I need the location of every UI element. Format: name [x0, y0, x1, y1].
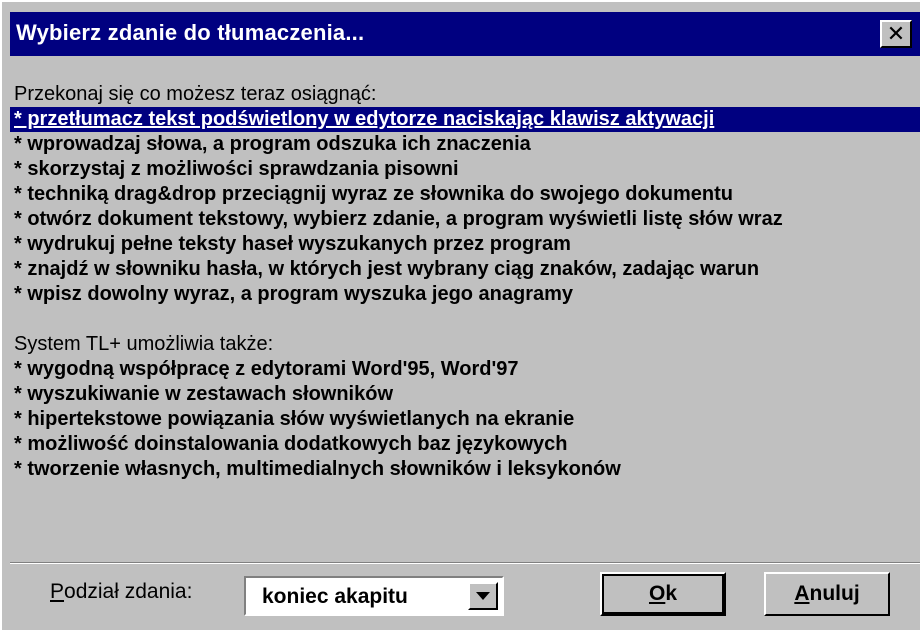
title-bar[interactable]: Wybierz zdanie do tłumaczenia... ✕: [10, 12, 920, 56]
split-select-value: koniec akapitu: [262, 585, 408, 608]
cancel-label: nuluj: [809, 582, 860, 605]
dropdown-button[interactable]: [468, 582, 498, 610]
split-label: Podział zdania:: [50, 580, 192, 604]
list-item[interactable]: * wpisz dowolny wyraz, a program wyszuka…: [10, 282, 920, 307]
ok-mnemonic: O: [648, 582, 666, 605]
close-button[interactable]: ✕: [880, 20, 912, 48]
cancel-mnemonic: A: [794, 582, 810, 605]
heading-system[interactable]: System TL+ umożliwia także:: [10, 332, 920, 357]
chevron-down-icon: [476, 592, 490, 600]
ok-label: k: [665, 582, 678, 605]
split-label-mnemonic: P: [50, 580, 65, 603]
window-title: Wybierz zdanie do tłumaczenia...: [16, 20, 365, 45]
list-item[interactable]: * wprowadzaj słowa, a program odszuka ic…: [10, 132, 920, 157]
list-item[interactable]: * wygodną współpracę z edytorami Word'95…: [10, 357, 920, 382]
list-item[interactable]: * znajdź w słowniku hasła, w których jes…: [10, 257, 920, 282]
list-item[interactable]: * otwórz dokument tekstowy, wybierz zdan…: [10, 207, 920, 232]
list-item[interactable]: * możliwość doinstalowania dodatkowych b…: [10, 432, 920, 457]
dialog-window: Wybierz zdanie do tłumaczenia... ✕ Przek…: [0, 0, 920, 630]
list-item[interactable]: * wydrukuj pełne teksty haseł wyszukanyc…: [10, 232, 920, 257]
heading-features: Przekonaj się co możesz teraz osiągnąć:: [14, 83, 377, 105]
split-label-text: odział zdania:: [64, 580, 193, 603]
list-item[interactable]: * hipertekstowe powiązania słów wyświetl…: [10, 407, 920, 432]
list-item[interactable]: * przetłumacz tekst podświetlony w edyto…: [10, 107, 920, 132]
split-select[interactable]: koniec akapitu: [244, 576, 504, 616]
list-item[interactable]: * skorzystaj z możliwości sprawdzania pi…: [10, 157, 920, 182]
sentence-list: Przekonaj się co możesz teraz osiągnąć: …: [10, 82, 920, 482]
list-item[interactable]: * techniką drag&drop przeciągnij wyraz z…: [10, 182, 920, 207]
cancel-button[interactable]: Anuluj: [764, 572, 890, 616]
ok-button[interactable]: Ok: [600, 572, 726, 616]
list-item[interactable]: * tworzenie własnych, multimedialnych sł…: [10, 457, 920, 482]
footer-divider: [10, 562, 920, 564]
close-icon: ✕: [886, 21, 906, 46]
list-item[interactable]: * wyszukiwanie w zestawach słowników: [10, 382, 920, 407]
